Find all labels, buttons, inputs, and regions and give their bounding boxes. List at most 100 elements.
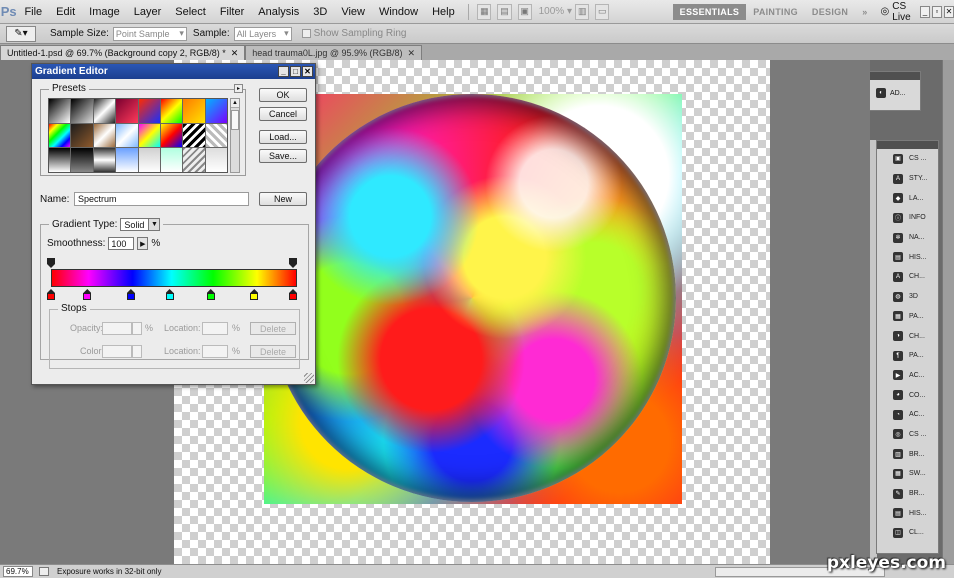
screen-mode-icon[interactable]: ▭ [595,3,610,20]
artwork-image[interactable] [264,94,682,504]
color-stop-3[interactable] [165,289,174,300]
menu-analysis[interactable]: Analysis [251,6,306,18]
smoothness-input[interactable]: 100 [108,237,135,250]
color-stop-6[interactable] [289,289,297,300]
preset-swatch[interactable] [71,99,93,123]
close-tab-icon[interactable]: ✕ [408,48,416,59]
panel-button-17[interactable]: ✎ BR... [877,484,938,504]
panel-header[interactable] [877,141,938,149]
color-stop-4[interactable] [206,289,215,300]
preset-swatch[interactable] [160,99,183,123]
color-stop-0[interactable] [47,289,55,300]
show-sampling-ring-checkbox[interactable] [301,29,311,38]
load-button[interactable]: Load... [259,130,307,144]
dialog-minimize-icon[interactable]: _ [278,66,289,77]
preset-swatch[interactable] [138,99,160,123]
panel-button-16[interactable]: ▦ SW... [877,464,938,484]
dialog-maximize-icon[interactable]: □ [290,66,301,77]
panel-button-3[interactable]: ⓘ INFO [877,208,938,228]
panel-button-14[interactable]: ◎ CS ... [877,425,938,445]
panel-button-2[interactable]: ◆ LA... [877,188,938,208]
menu-help[interactable]: Help [425,6,462,18]
preset-swatch[interactable] [71,123,93,148]
panel-header[interactable] [870,72,920,80]
adjustments-button[interactable]: ◐ AD... [870,80,920,98]
preset-swatch[interactable] [205,99,227,123]
sample-size-select[interactable]: Point Sample ▾ [112,26,187,41]
launch-mini-bridge-icon[interactable]: ▤ [497,3,512,20]
preset-swatch[interactable] [71,148,93,172]
tab-untitled-psd[interactable]: Untitled-1.psd @ 69.7% (Background copy … [0,45,246,60]
cs-live-button[interactable]: ◎ CS Live [875,1,918,23]
preset-swatch[interactable] [93,123,116,148]
menu-image[interactable]: Image [82,6,127,18]
ok-button[interactable]: OK [259,88,307,102]
scroll-thumb[interactable] [231,110,239,130]
more-workspaces-button[interactable]: » [855,4,874,20]
dialog-title-bar[interactable]: Gradient Editor _ □ ✕ [32,64,315,79]
gradient-name-input[interactable]: Spectrum [74,192,249,206]
preset-swatch[interactable] [116,99,138,123]
preset-swatch[interactable] [183,148,205,172]
panel-button-19[interactable]: ◫ CL... [877,523,938,543]
menu-view[interactable]: View [334,6,372,18]
panel-button-18[interactable]: ▤ HIS... [877,503,938,523]
zoom-input[interactable]: 69.7% [3,566,33,577]
panel-button-0[interactable]: ▣ CS ... [877,149,938,169]
smoothness-slider-button[interactable]: ▶ [137,237,149,250]
preset-swatch[interactable] [49,99,71,123]
panel-button-7[interactable]: ◍ 3D [877,287,938,307]
menu-edit[interactable]: Edit [49,6,82,18]
menu-window[interactable]: Window [372,6,425,18]
cancel-button[interactable]: Cancel [259,107,307,121]
panel-button-10[interactable]: ¶ PA... [877,346,938,366]
menu-layer[interactable]: Layer [127,6,169,18]
preset-swatch[interactable] [138,123,160,148]
resize-grip-icon[interactable] [304,373,314,383]
zoom-level-dropdown[interactable]: 100% ▾ [535,4,573,20]
close-icon[interactable]: ✕ [944,5,954,18]
preset-swatch[interactable] [49,123,71,148]
panel-button-12[interactable]: ◕ CO... [877,385,938,405]
menu-select[interactable]: Select [168,6,213,18]
opacity-stop-right[interactable] [289,258,297,268]
delete-color-stop-button[interactable]: Delete [250,345,296,358]
preset-swatch[interactable] [116,123,138,148]
close-tab-icon[interactable]: ✕ [231,48,239,59]
panel-button-4[interactable]: ✲ NA... [877,228,938,248]
opacity-input[interactable] [102,322,132,335]
menu-file[interactable]: File [17,6,49,18]
color-stop-1[interactable] [83,289,92,300]
minimize-icon[interactable]: _ [919,5,930,18]
status-info-icon[interactable] [39,567,49,576]
preset-swatch[interactable] [138,148,160,172]
tab-head-trauma[interactable]: head trauma0L.jpg @ 95.9% (RGB/8) ✕ [245,45,423,60]
presets-menu-icon[interactable]: ▸ [234,84,243,93]
panel-button-13[interactable]: ◔ AC... [877,405,938,425]
preset-swatch[interactable] [116,148,138,172]
preset-swatch[interactable] [93,148,116,172]
opacity-stop-left[interactable] [47,258,55,268]
color-stop-5[interactable] [250,289,259,300]
gradient-preview-bar[interactable] [51,269,297,287]
opacity-slider-button[interactable] [132,322,142,335]
presets-scrollbar[interactable]: ▲ [230,98,240,173]
color-swatch[interactable] [102,345,132,358]
workspace-essentials[interactable]: ESSENTIALS [672,3,747,20]
panel-button-8[interactable]: ▦ PA... [877,307,938,327]
panel-button-1[interactable]: A STY... [877,169,938,189]
arrange-documents-icon[interactable]: ▥ [575,3,590,20]
menu-filter[interactable]: Filter [213,6,251,18]
panel-button-5[interactable]: ▤ HIS... [877,247,938,267]
workspace-design[interactable]: DESIGN [805,4,855,20]
gradient-type-select[interactable]: Solid ▼ [120,218,161,231]
preset-swatch[interactable] [183,123,205,148]
panel-button-11[interactable]: ▶ AC... [877,366,938,386]
color-stop-2[interactable] [126,289,135,300]
scroll-up-icon[interactable]: ▲ [231,99,239,108]
preset-swatch[interactable] [183,99,205,123]
launch-bridge-icon[interactable]: ▦ [477,3,492,20]
color-options-button[interactable] [132,345,142,358]
restore-icon[interactable]: ▫ [931,5,942,18]
preset-swatch[interactable] [49,148,71,172]
